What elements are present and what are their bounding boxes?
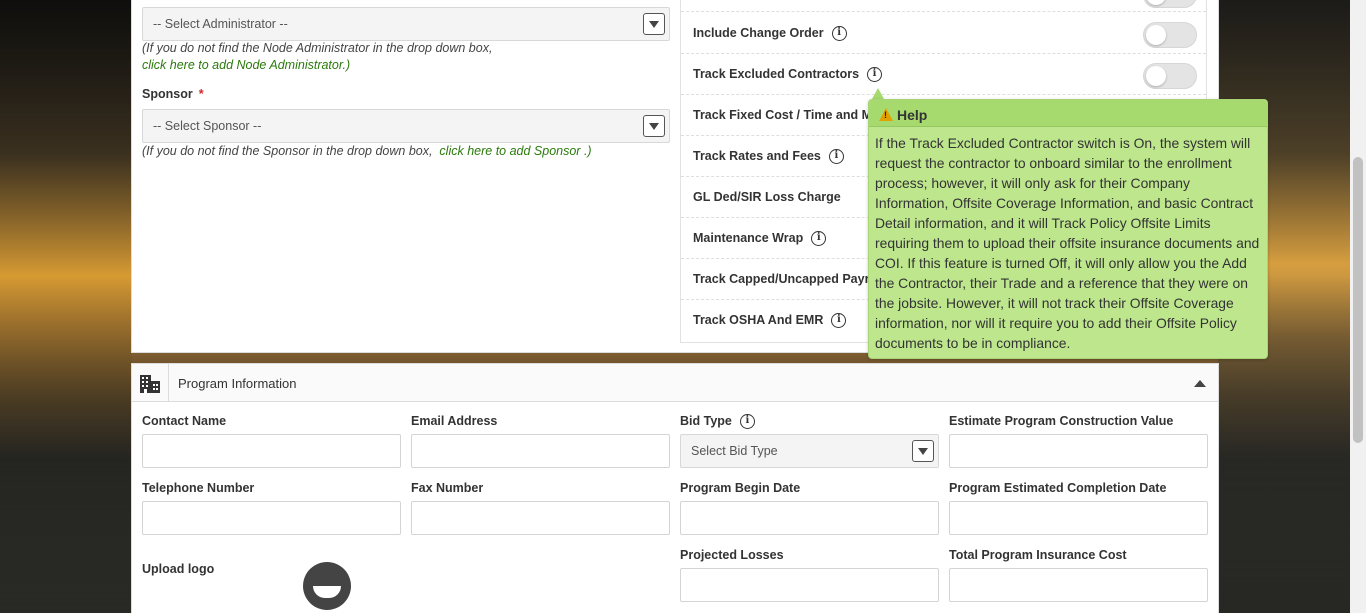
fax-label: Fax Number [411, 481, 484, 495]
toggle-label: Maintenance Wrap i [693, 231, 827, 247]
chevron-down-icon[interactable] [912, 440, 934, 462]
tooltip-caret [872, 88, 884, 99]
chevron-up-icon[interactable] [1194, 380, 1206, 387]
info-icon[interactable]: i [831, 313, 847, 329]
telephone-label: Telephone Number [142, 481, 255, 495]
begin-date-input[interactable] [680, 501, 939, 535]
completion-date-input[interactable] [949, 501, 1208, 535]
contact-name-input[interactable] [142, 434, 401, 468]
tooltip-body: If the Track Excluded Contractor switch … [875, 135, 1260, 351]
sponsor-select[interactable]: -- Select Sponsor -- [142, 109, 670, 143]
toggle-row-hidden [681, 0, 1206, 12]
toggle-switch[interactable] [1143, 0, 1197, 8]
upload-logo-label: Upload logo [142, 562, 215, 576]
toggle-label: GL Ded/SIR Loss Charge [693, 190, 841, 204]
include-change-order-switch[interactable] [1143, 22, 1197, 48]
help-tooltip: Help If the Track Excluded Contractor sw… [868, 99, 1268, 359]
info-icon[interactable]: i [828, 149, 844, 165]
section-title: Program Information [178, 376, 297, 391]
toggle-label: Include Change Order i [693, 26, 847, 42]
toggle-label: Track Capped/Uncapped Payro [693, 272, 878, 286]
tooltip-header: Help [869, 100, 1267, 127]
administrator-select-value: -- Select Administrator -- [153, 17, 288, 31]
tooltip-title: Help [897, 107, 928, 123]
chevron-down-icon[interactable] [643, 13, 665, 35]
page-scrollbar[interactable] [1350, 0, 1366, 613]
fax-input[interactable] [411, 501, 670, 535]
scrollbar-thumb[interactable] [1353, 157, 1363, 443]
administrator-select[interactable]: -- Select Administrator -- [142, 7, 670, 41]
required-mark: * [198, 87, 204, 101]
email-address-input[interactable] [411, 434, 670, 468]
toggle-label: Track OSHA And EMR i [693, 313, 847, 329]
sponsor-hint: (If you do not find the Sponsor in the d… [142, 144, 592, 158]
toggle-label: Track Fixed Cost / Time and M [693, 108, 872, 122]
background-left [0, 0, 132, 613]
add-sponsor-link[interactable]: click here to add Sponsor .) [439, 144, 591, 158]
insurance-cost-input[interactable] [949, 568, 1208, 602]
projected-losses-input[interactable] [680, 568, 939, 602]
insurance-cost-label: Total Program Insurance Cost [949, 548, 1127, 562]
toggle-row-track-excluded-contractors: Track Excluded Contractors i [681, 54, 1206, 95]
contact-name-label: Contact Name [142, 414, 227, 428]
estimate-value-input[interactable] [949, 434, 1208, 468]
chevron-down-icon[interactable] [643, 115, 665, 137]
toggle-label: Track Excluded Contractors i [693, 67, 883, 83]
completion-date-label: Program Estimated Completion Date [949, 481, 1167, 495]
sponsor-select-value: -- Select Sponsor -- [153, 119, 262, 133]
add-administrator-link[interactable]: click here to add Node Administrator.) [142, 58, 350, 72]
email-address-label: Email Address [411, 414, 498, 428]
begin-date-label: Program Begin Date [680, 481, 801, 495]
sponsor-label: Sponsor * [142, 87, 204, 101]
bid-type-label: Bid Type i [680, 414, 755, 430]
bid-type-select[interactable]: Select Bid Type [680, 434, 939, 468]
estimate-value-label: Estimate Program Construction Value [949, 414, 1174, 428]
administrator-hint: (If you do not find the Node Administrat… [142, 41, 493, 55]
info-icon[interactable]: i [811, 231, 827, 247]
warning-icon [879, 108, 893, 121]
toggle-label: Track Rates and Fees i [693, 149, 844, 165]
info-icon[interactable]: i [867, 67, 883, 83]
toggle-row-include-change-order: Include Change Order i [681, 13, 1206, 54]
info-icon[interactable]: i [739, 414, 755, 430]
bid-type-select-value: Select Bid Type [691, 444, 778, 458]
projected-losses-label: Projected Losses [680, 548, 784, 562]
building-icon [140, 375, 160, 393]
program-information-header[interactable]: Program Information [132, 364, 1218, 402]
track-excluded-contractors-switch[interactable] [1143, 63, 1197, 89]
logo-placeholder-avatar[interactable] [303, 562, 351, 610]
info-icon[interactable]: i [831, 26, 847, 42]
building-icon-cell [132, 364, 169, 402]
telephone-input[interactable] [142, 501, 401, 535]
